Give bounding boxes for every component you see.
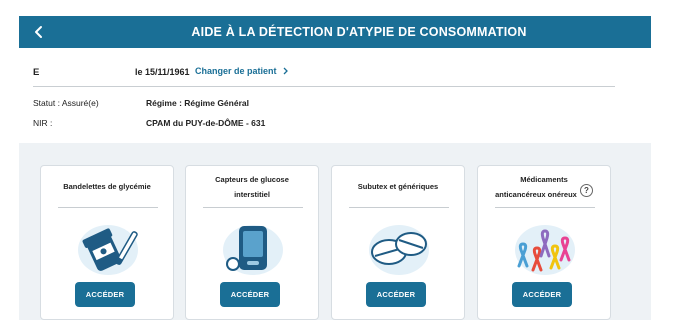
card-title: Subutex et génériques [357, 182, 439, 191]
card-title-line2: interstitiel [234, 190, 270, 199]
chevron-right-icon [283, 67, 288, 75]
pills-icon [369, 225, 429, 275]
help-icon[interactable]: ? [580, 184, 593, 197]
card-anticancereux: Médicaments anticancéreux onéreux ? ACCÉ… [477, 165, 611, 320]
chevron-left-icon [35, 26, 42, 38]
card-capteurs: Capteurs de glucose interstitiel ACCÉDER [185, 165, 319, 320]
back-button[interactable] [27, 20, 51, 44]
statut-text: Statut : Assuré(e) [33, 98, 99, 108]
top-header-bar: AIDE À LA DÉTECTION D'ATYPIE DE CONSOMMA… [19, 16, 651, 48]
card-divider [58, 207, 158, 208]
card-title: Bandelettes de glycémie [63, 182, 151, 191]
nir-label: NIR : [33, 118, 53, 128]
access-button[interactable]: ACCÉDER [366, 282, 426, 307]
page-title: AIDE À LA DÉTECTION D'ATYPIE DE CONSOMMA… [191, 25, 527, 39]
card-divider [495, 207, 595, 208]
patient-name: E [33, 67, 40, 78]
divider [33, 86, 615, 87]
patient-dob: le 15/11/1961 [135, 67, 190, 77]
card-divider [349, 207, 449, 208]
cpam-text: CPAM du PUY-de-DÔME - 631 [146, 118, 266, 128]
change-patient-label: Changer de patient [195, 66, 277, 76]
access-button[interactable]: ACCÉDER [75, 282, 135, 307]
patient-line: E le 15/11/1961 Changer de patient [33, 66, 615, 86]
glucose-strips-icon [78, 225, 138, 275]
card-title: Capteurs de glucose [215, 175, 289, 184]
card-divider [203, 207, 303, 208]
regime-text: Régime : Régime Général [146, 98, 249, 108]
card-subutex: Subutex et génériques ACCÉDER [331, 165, 465, 320]
change-patient-link[interactable]: Changer de patient [195, 66, 289, 76]
access-button[interactable]: ACCÉDER [220, 282, 280, 307]
access-button[interactable]: ACCÉDER [512, 282, 572, 307]
ribbons-icon [515, 225, 575, 275]
glucose-sensor-icon [223, 225, 283, 275]
card-bandelettes: Bandelettes de glycémie ACCÉDER [40, 165, 174, 320]
